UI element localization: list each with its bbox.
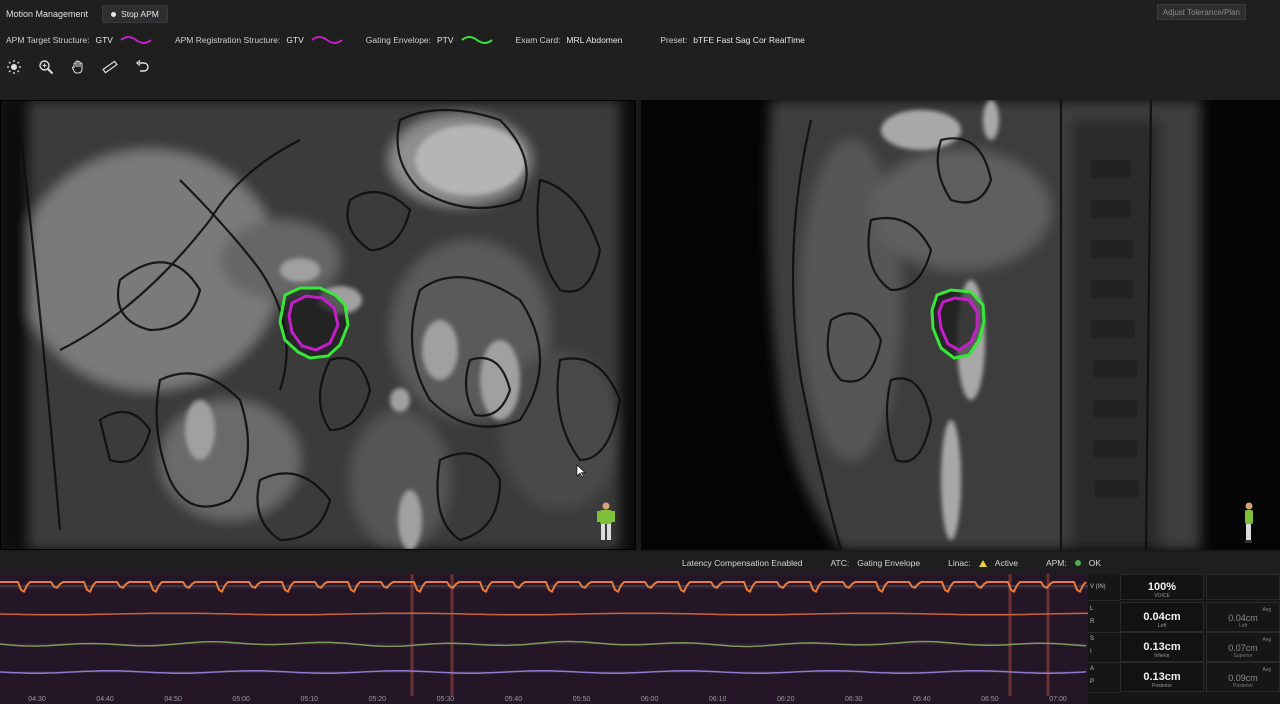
time-tick-label: 07:00 [1049, 696, 1067, 703]
metric-average-value: Avg 0.07cm Superior [1206, 632, 1280, 662]
envelope-color-swatch-icon [460, 36, 493, 44]
pan-tool[interactable] [68, 58, 88, 76]
gating-envelope-value: PTV [437, 35, 454, 45]
time-tick-label: 05:50 [572, 696, 591, 703]
time-tick-label: 06:20 [776, 696, 795, 703]
sagittal-orientation-figure-icon [1245, 502, 1253, 543]
undo-tool[interactable] [132, 58, 152, 76]
exam-card-label: Exam Card: [515, 35, 561, 45]
motion-trace-plot [0, 574, 1088, 696]
motion-trace-panel [0, 574, 1088, 704]
time-tick-label: 05:40 [504, 696, 523, 703]
respiratory-trace [0, 581, 1087, 593]
metric-axis-label: V (IN) [1088, 574, 1120, 601]
adjust-tolerance-button[interactable]: Adjust Tolerance/Plan [1156, 4, 1246, 20]
atc-label: ATC: [830, 558, 850, 568]
status-bar: Latency Compensation Enabled ATC: Gating… [0, 552, 1280, 574]
metric-axis-label: SI [1088, 632, 1120, 663]
time-axis: 04:30 04:40 04:50 05:00 05:10 05:20 05:30 05:40… [0, 696, 1088, 704]
linac-value: Active [994, 558, 1018, 568]
target-color-swatch-icon [120, 36, 152, 44]
image-tools [4, 58, 152, 76]
metric-axis-label: LR [1088, 602, 1120, 633]
time-tick-label: 05:00 [232, 696, 250, 703]
metric-axis-label: AP [1088, 662, 1120, 693]
stop-apm-button[interactable]: Stop APM [102, 5, 168, 23]
time-tick-label: 04:40 [96, 696, 114, 703]
time-tick-label: 06:50 [981, 696, 999, 703]
app-title: Motion Management [6, 9, 89, 19]
time-tick-label: 06:30 [845, 696, 863, 703]
sagittal-mri-image [641, 100, 1280, 550]
lr-trace [0, 612, 1088, 616]
linac-label: Linac: [948, 558, 971, 568]
ruler-icon [102, 60, 118, 74]
brightness-icon [7, 60, 21, 74]
time-tick-label: 06:40 [913, 696, 931, 703]
registration-structure-label: APM Registration Structure: [174, 35, 281, 45]
metric-current-value: 0.04cm Left [1120, 602, 1204, 632]
stop-apm-label: Stop APM [121, 9, 159, 19]
latency-status: Latency Compensation Enabled [682, 558, 803, 568]
apm-label: APM: [1045, 558, 1067, 568]
time-tick-label: 04:50 [164, 696, 182, 703]
preset-value: bTFE Fast Sag Cor RealTime [693, 35, 805, 45]
time-tick-label: 05:30 [436, 696, 455, 703]
mouse-cursor-icon [576, 464, 586, 478]
brightness-tool[interactable] [4, 58, 24, 76]
atc-value: Gating Envelope [857, 558, 921, 568]
metric-current-value: 0.13cm Inferior [1120, 632, 1204, 662]
time-tick-label: 04:30 [28, 696, 46, 703]
coronal-mri-image [0, 100, 636, 550]
time-tick-label: 06:00 [640, 696, 659, 703]
target-structure-value: GTV [95, 35, 113, 45]
motion-metrics-panel: V (IN) 100% VOICE L R 0.04cm Left Avg 0.04cm Left… [1088, 574, 1280, 704]
registration-color-swatch-icon [311, 36, 343, 44]
metric-average-value: Avg 0.04cm Left [1206, 602, 1280, 632]
apm-ok-icon [1074, 560, 1081, 566]
time-tick-label: 05:20 [368, 696, 387, 703]
time-tick-label: 05:10 [300, 696, 319, 703]
preset-label: Preset: [660, 35, 688, 45]
time-tick-label: 06:10 [708, 696, 727, 703]
undo-icon [135, 59, 149, 72]
apm-value: OK [1088, 558, 1101, 568]
pan-hand-icon [72, 60, 83, 74]
title-row: Motion Management Stop APM [6, 5, 168, 23]
metric-current-value: 100% VOICE [1120, 574, 1204, 600]
target-structure-label: APM Target Structure: [6, 35, 90, 45]
ruler-tool[interactable] [100, 58, 120, 76]
metric-average-value: Avg 0.09cm Posterior [1206, 662, 1280, 692]
gating-envelope-label: Gating Envelope: [365, 35, 432, 45]
registration-structure-value: GTV [286, 35, 304, 45]
coronal-viewport[interactable] [0, 100, 636, 550]
exam-card-value: MRL Abdomen [566, 35, 623, 45]
sagittal-viewport[interactable] [641, 100, 1280, 550]
metric-average-value [1206, 574, 1280, 600]
linac-warning-icon [978, 559, 987, 567]
zoom-tool[interactable] [36, 58, 56, 76]
orientation-figure-icon [597, 502, 615, 543]
zoom-icon [39, 60, 54, 75]
stop-dot-icon [111, 11, 117, 17]
top-toolbar: Motion Management Stop APM Adjust Tolera… [0, 0, 1280, 100]
metric-current-value: 0.13cm Posterior [1120, 662, 1204, 692]
structure-info-row: APM Target Structure: GTV APM Registrati… [6, 34, 805, 46]
